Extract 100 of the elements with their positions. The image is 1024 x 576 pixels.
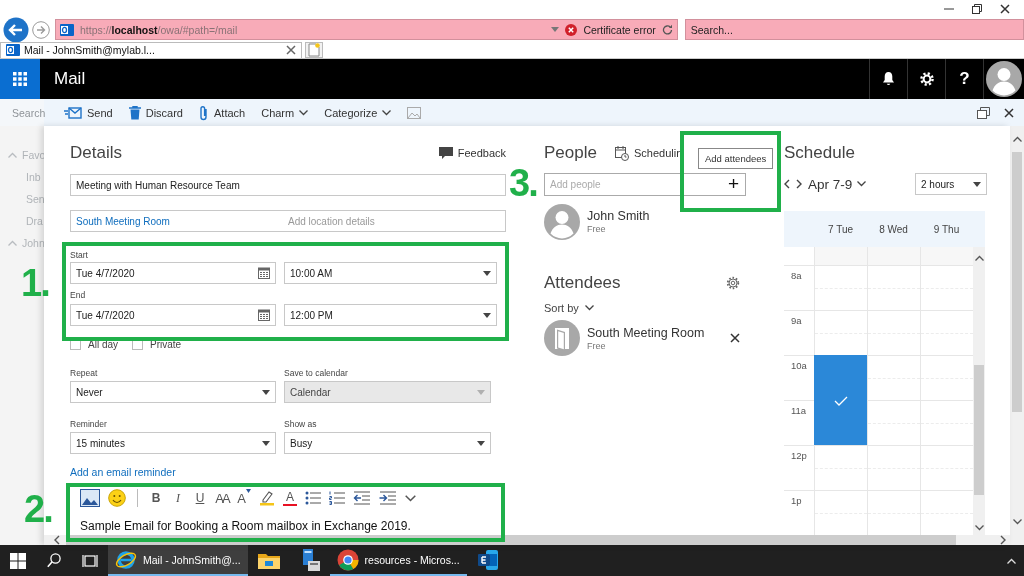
day-label: 9 Thu xyxy=(932,222,961,237)
send-button[interactable]: Send xyxy=(64,105,113,120)
chevron-down-icon[interactable] xyxy=(405,494,416,502)
dropdown-caret-icon xyxy=(483,270,491,276)
dropdown[interactable]: 15 minutes xyxy=(70,432,276,455)
font-size-button[interactable]: AA xyxy=(215,489,229,508)
task-view-icon xyxy=(82,553,98,568)
scroll-down-icon[interactable] xyxy=(974,525,984,532)
taskbar-app-button[interactable]: resources - Micros... xyxy=(329,545,467,576)
chevron-up-icon[interactable] xyxy=(1007,557,1016,564)
attendee-name: South Meeting Room xyxy=(587,325,706,340)
font-color-button[interactable]: A xyxy=(283,490,297,507)
subject-field[interactable]: Meeting with Human Resource Team xyxy=(70,174,506,197)
day-label: 8 Wed xyxy=(878,222,909,237)
next-button[interactable] xyxy=(796,179,802,190)
numbered-list-icon[interactable] xyxy=(329,491,345,506)
smiley-icon[interactable] xyxy=(108,489,126,508)
remove-button[interactable] xyxy=(730,333,740,344)
dropdown-caret-icon xyxy=(483,312,491,318)
close-icon xyxy=(730,333,740,344)
mail-app-icon xyxy=(60,22,74,37)
settings-icon[interactable] xyxy=(726,276,740,291)
address-bar[interactable]: https://localhost/owa/#path=/mail Certificate error xyxy=(55,19,678,41)
calendar-icon[interactable] xyxy=(258,267,270,280)
location-link[interactable]: South Meeting Room xyxy=(76,215,288,227)
bell-icon xyxy=(881,70,896,87)
bullet-list-icon[interactable] xyxy=(305,491,321,506)
outdent-icon[interactable] xyxy=(353,491,371,506)
duration-dropdown[interactable]: 2 hours xyxy=(915,173,987,196)
app-title: Mail xyxy=(54,68,87,89)
dropdown-caret-icon xyxy=(262,389,270,395)
message-body-text: Sample Email for Booking a Room mailbox in Exchange 2019. xyxy=(79,519,412,534)
calendar-icon[interactable] xyxy=(258,309,270,322)
step-number: 2. xyxy=(24,490,52,528)
bold-button[interactable]: B xyxy=(149,489,163,508)
trash-icon xyxy=(128,105,141,120)
browser-tab[interactable]: Mail - JohnSmith@mylab.l... xyxy=(0,41,302,58)
app-launcher-button[interactable] xyxy=(0,58,40,99)
scroll-down-icon[interactable] xyxy=(1012,519,1022,526)
scroll-thumb[interactable] xyxy=(974,365,984,496)
date-field[interactable]: Tue 4/7/2020 xyxy=(70,262,276,285)
add-attendee-button[interactable]: + xyxy=(724,174,742,195)
avatar-icon xyxy=(544,203,580,240)
indent-icon[interactable] xyxy=(379,491,397,506)
close-icon[interactable] xyxy=(1000,3,1010,14)
checkbox[interactable] xyxy=(132,338,143,350)
time-dropdown[interactable]: 10:00 AM xyxy=(284,262,497,285)
checkbox[interactable] xyxy=(70,338,81,350)
windows-icon xyxy=(10,552,26,569)
scrollbar[interactable] xyxy=(973,247,985,536)
certificate-error-label[interactable]: Certificate error xyxy=(583,23,656,36)
email-reminder-link[interactable]: Add an email reminder xyxy=(70,466,176,479)
date-field[interactable]: Tue 4/7/2020 xyxy=(70,304,276,327)
attach-button[interactable]: Attach xyxy=(199,104,246,121)
chevron-down-icon xyxy=(382,109,392,116)
scroll-left-icon[interactable] xyxy=(54,535,60,546)
sort-menu[interactable]: Sort by xyxy=(544,302,594,315)
browser-search-field[interactable]: Search... xyxy=(684,19,1024,41)
avatar-icon[interactable] xyxy=(986,60,1022,97)
chrome-icon xyxy=(336,548,359,571)
menu-button[interactable]: Categorize xyxy=(324,106,392,119)
error-icon xyxy=(565,23,578,36)
field-label: Start xyxy=(70,250,89,262)
location-field[interactable]: South Meeting Room Add location details xyxy=(70,210,506,233)
browser-icon xyxy=(115,548,137,571)
menu-button[interactable]: Charm xyxy=(261,106,309,119)
section-title: People xyxy=(544,143,597,164)
dropdown-caret-icon xyxy=(262,440,270,446)
restore-icon[interactable] xyxy=(972,3,982,14)
help-button[interactable]: ? xyxy=(945,58,983,99)
scroll-right-icon[interactable] xyxy=(1000,535,1006,546)
underline-button[interactable]: U xyxy=(193,489,207,508)
time-dropdown[interactable]: 12:00 PM xyxy=(284,304,497,327)
chevron-left-icon xyxy=(784,179,790,190)
discard-button[interactable]: Discard xyxy=(128,105,183,120)
scroll-thumb[interactable] xyxy=(1012,152,1022,413)
dropdown[interactable]: Busy xyxy=(284,432,491,455)
scroll-up-icon[interactable] xyxy=(1012,136,1022,143)
scrollbar[interactable] xyxy=(1010,126,1024,546)
availability-label: Free xyxy=(587,340,607,351)
insert-picture-icon[interactable] xyxy=(80,489,100,508)
feedback-button[interactable]: Feedback xyxy=(438,146,506,161)
dropdown[interactable]: Never xyxy=(70,381,276,404)
close-icon[interactable] xyxy=(1004,107,1014,118)
taskbar-app-button[interactable]: Mail - JohnSmith@... xyxy=(108,545,248,576)
mail-app-icon xyxy=(6,43,20,58)
highlighter-icon[interactable] xyxy=(259,490,275,507)
date-range-button[interactable]: Apr 7-9 xyxy=(808,176,867,192)
step-number: 1. xyxy=(21,264,49,302)
section-title: Schedule xyxy=(784,142,855,163)
scroll-up-icon[interactable] xyxy=(974,255,984,262)
previous-button[interactable] xyxy=(784,179,790,190)
back-button-icon[interactable] xyxy=(3,16,29,43)
new-page-icon xyxy=(308,42,320,57)
refresh-icon[interactable] xyxy=(661,24,673,36)
grid-icon xyxy=(13,71,27,86)
grow-font-button[interactable]: A xyxy=(237,489,251,508)
italic-button[interactable]: I xyxy=(171,489,185,508)
close-icon[interactable] xyxy=(286,45,296,56)
pop-out-icon[interactable] xyxy=(977,106,990,119)
